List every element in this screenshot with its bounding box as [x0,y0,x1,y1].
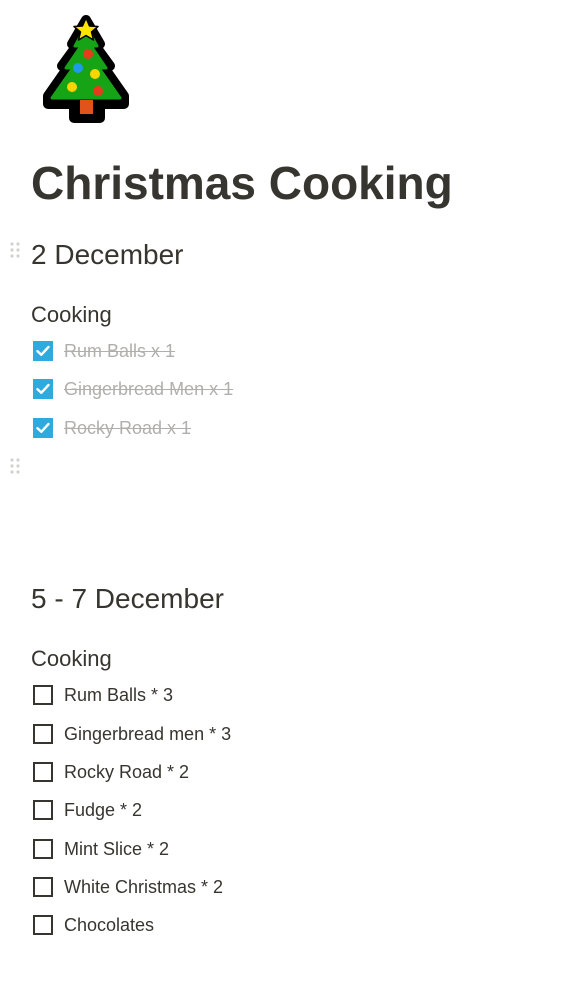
todo-item: Rum Balls * 3 [33,683,173,707]
checkbox-unchecked[interactable] [33,839,53,859]
todo-label[interactable]: Rocky Road * 2 [64,760,189,784]
todo-label[interactable]: Gingerbread Men x 1 [64,377,233,401]
section-heading[interactable]: 2 December [31,237,184,273]
page-title[interactable]: Christmas Cooking [31,152,453,214]
section-subheading[interactable]: Cooking [31,644,112,674]
todo-label[interactable]: Gingerbread men * 3 [64,722,231,746]
todo-item: White Christmas * 2 [33,875,223,899]
checkmark-icon [36,422,50,433]
todo-label[interactable]: Rum Balls x 1 [64,339,175,363]
drag-handle-icon[interactable] [9,241,21,259]
checkbox-checked[interactable] [33,418,53,438]
checkbox-unchecked[interactable] [33,877,53,897]
checkbox-unchecked[interactable] [33,800,53,820]
checkbox-unchecked[interactable] [33,685,53,705]
todo-label[interactable]: Rum Balls * 3 [64,683,173,707]
todo-item: Gingerbread Men x 1 [33,377,233,401]
checkmark-icon [36,383,50,394]
section-subheading[interactable]: Cooking [31,300,112,330]
checkmark-icon [36,345,50,356]
todo-label[interactable]: Fudge * 2 [64,798,142,822]
todo-label[interactable]: White Christmas * 2 [64,875,223,899]
todo-item: Rocky Road * 2 [33,760,189,784]
section-heading[interactable]: 5 - 7 December [31,581,224,617]
todo-item: Rocky Road x 1 [33,416,191,440]
todo-item: Chocolates [33,913,154,937]
checkbox-checked[interactable] [33,341,53,361]
christmas-tree-icon[interactable] [40,14,134,124]
todo-item: Gingerbread men * 3 [33,722,231,746]
checkbox-unchecked[interactable] [33,724,53,744]
todo-label[interactable]: Rocky Road x 1 [64,416,191,440]
todo-item: Fudge * 2 [33,798,142,822]
todo-item: Mint Slice * 2 [33,837,169,861]
todo-label[interactable]: Mint Slice * 2 [64,837,169,861]
checkbox-unchecked[interactable] [33,915,53,935]
drag-handle-icon[interactable] [9,457,21,475]
checkbox-checked[interactable] [33,379,53,399]
todo-label[interactable]: Chocolates [64,913,154,937]
checkbox-unchecked[interactable] [33,762,53,782]
todo-item: Rum Balls x 1 [33,339,175,363]
